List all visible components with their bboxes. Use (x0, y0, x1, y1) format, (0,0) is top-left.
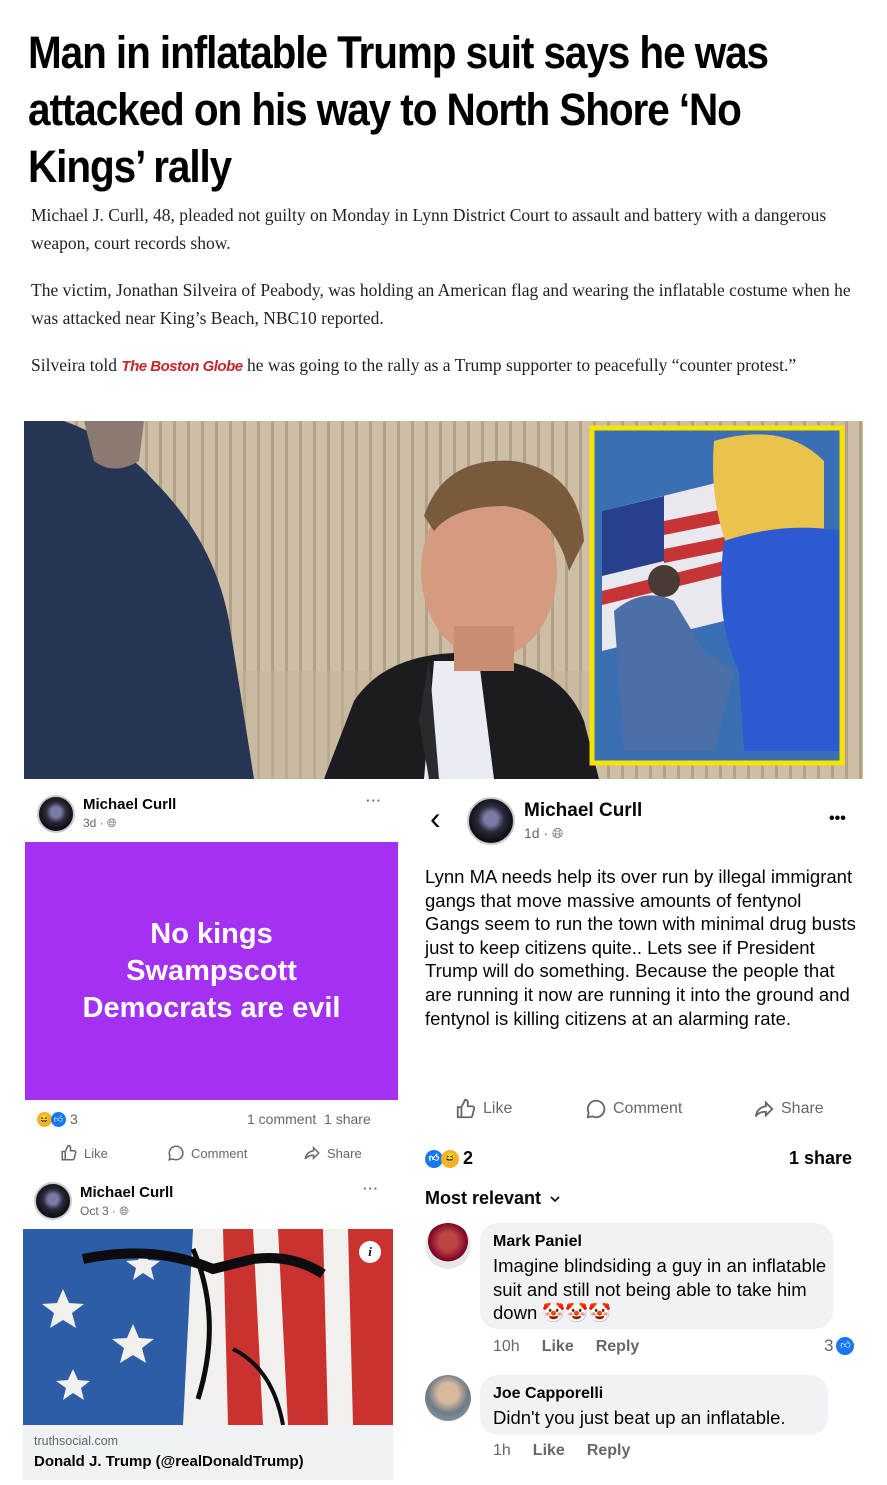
commenter-avatar[interactable] (425, 1223, 471, 1269)
like-reaction-icon: 👍︎ (51, 1111, 66, 1127)
share-icon (304, 1145, 320, 1161)
share-button[interactable]: Share (303, 1144, 362, 1162)
comment-time: 10h (493, 1338, 520, 1355)
news-photo (24, 421, 863, 779)
p3-before: Silveira told (31, 355, 122, 375)
chevron-down-icon (550, 1195, 560, 1202)
globe-icon-3: 🌐︎ (552, 825, 564, 841)
paragraph-1: Michael J. Curll, 48, pleaded not guilty… (31, 205, 827, 253)
globe-icon-2: 🌐︎ (119, 1204, 129, 1218)
link-domain: truthsocial.com (34, 1434, 119, 1448)
comment2-like-link[interactable]: Like (533, 1442, 565, 1460)
more-options-icon-3[interactable]: ••• (829, 810, 846, 828)
right-comment-label: Comment (613, 1100, 683, 1117)
comment2-reply-link[interactable]: Reply (587, 1442, 631, 1460)
right-share-label: Share (781, 1100, 824, 1117)
avatar-right[interactable] (467, 797, 515, 845)
comment2-text: Didn't you just beat up an inflatable. (493, 1407, 786, 1428)
post-time: 3d · (83, 816, 108, 830)
comment-like-link[interactable]: Like (542, 1338, 574, 1356)
comment-button[interactable]: Comment (167, 1144, 247, 1162)
more-options-icon[interactable]: ··· (366, 793, 382, 808)
thumbs-up-icon (456, 1098, 476, 1119)
comment-reaction-number: 3 (824, 1336, 834, 1355)
back-chevron-icon[interactable]: ‹ (430, 802, 441, 834)
text-post-card: No kings Swampscott Democrats are evil (25, 842, 398, 1100)
thumbs-up-icon (61, 1144, 77, 1161)
right-like-button[interactable]: Like (455, 1098, 512, 1120)
right-comment-button[interactable]: Comment (585, 1098, 682, 1120)
right-like-label: Like (483, 1100, 513, 1117)
post-right-meta: 1d · 🌐︎ (524, 825, 563, 842)
comment-icon (168, 1145, 184, 1161)
comment-label: Comment (191, 1145, 248, 1161)
haha-reaction-icon: 😆 (37, 1111, 52, 1127)
right-reaction-summary[interactable]: 👍︎ 😆 2 (425, 1148, 473, 1169)
avatar[interactable] (37, 795, 75, 833)
boston-globe-link[interactable]: The Boston Globe (121, 358, 243, 375)
p3-after: he was going to the rally as a Trump sup… (242, 355, 797, 375)
post-stats[interactable]: 1 comment 1 share (247, 1111, 371, 1127)
comment-text: Imagine blindsiding a guy in an inflatab… (493, 1255, 827, 1323)
post-author[interactable]: Michael Curll (83, 796, 176, 813)
comment-bubble-2: Joe Capporelli Didn't you just beat up a… (480, 1375, 828, 1435)
comment-bubble: Mark Paniel Imagine blindsiding a guy in… (480, 1223, 833, 1329)
comment-icon (586, 1099, 606, 1119)
globe-icon: 🌐︎ (107, 816, 117, 830)
haha-reaction-icon: 😆 (441, 1149, 459, 1168)
paragraph-2: The victim, Jonathan Silveira of Peabody… (31, 280, 851, 328)
like-button[interactable]: Like (60, 1144, 108, 1162)
paragraph-3: Silveira told The Boston Globe he was go… (31, 351, 876, 381)
share-label: Share (327, 1145, 362, 1161)
right-reaction-count: 2 (463, 1148, 474, 1168)
right-share-button[interactable]: Share (753, 1098, 824, 1120)
post-right-author[interactable]: Michael Curll (524, 800, 642, 822)
sort-dropdown[interactable]: Most relevant (425, 1188, 561, 1209)
link-preview-image[interactable]: i (23, 1229, 393, 1425)
comment-author[interactable]: Mark Paniel (493, 1233, 582, 1251)
info-icon[interactable]: i (359, 1241, 381, 1263)
comment2-time: 1h (493, 1442, 511, 1459)
comment-reply-link[interactable]: Reply (596, 1338, 640, 1356)
comment-actions: 10h Like Reply (493, 1338, 639, 1356)
avatar-2[interactable] (34, 1182, 72, 1220)
post2-meta: Oct 3 · 🌐︎ (80, 1204, 129, 1219)
post2-author[interactable]: Michael Curll (80, 1184, 173, 1201)
link-title: Donald J. Trump (@realDonaldTrump) (34, 1453, 304, 1470)
commenter-avatar-2[interactable] (425, 1375, 471, 1421)
post-meta: 3d · 🌐︎ (83, 816, 117, 831)
reaction-summary[interactable]: 😆 👍︎ 3 (37, 1111, 78, 1127)
link-preview-footer[interactable]: truthsocial.com Donald J. Trump (@realDo… (23, 1425, 393, 1480)
post2-time: Oct 3 · (80, 1204, 120, 1218)
post-right-body: Lynn MA needs help its over run by illeg… (425, 866, 856, 1029)
like-reaction-icon: 👍︎ (836, 1337, 855, 1355)
comment2-author[interactable]: Joe Capporelli (493, 1385, 603, 1403)
comment-reaction-count[interactable]: 3 👍︎ (824, 1336, 855, 1356)
post-right-time: 1d · (524, 825, 553, 841)
headline: Man in inflatable Trump suit says he was… (28, 27, 769, 192)
card-text: No kings Swampscott Democrats are evil (82, 917, 341, 1024)
comment2-actions: 1h Like Reply (493, 1442, 630, 1460)
reaction-count: 3 (70, 1111, 78, 1127)
share-icon (754, 1100, 774, 1118)
sort-label: Most relevant (425, 1188, 542, 1208)
like-label: Like (84, 1145, 108, 1161)
right-share-count[interactable]: 1 share (789, 1148, 852, 1169)
more-options-icon-2[interactable]: ··· (363, 1181, 379, 1196)
